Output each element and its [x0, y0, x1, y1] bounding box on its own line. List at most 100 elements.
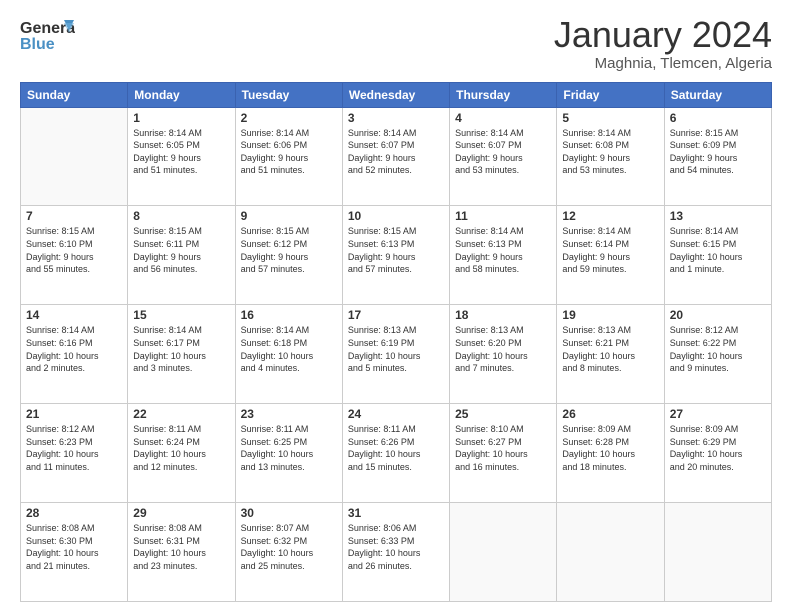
day-info: Sunrise: 8:15 AM Sunset: 6:10 PM Dayligh… — [26, 225, 122, 275]
calendar-table: SundayMondayTuesdayWednesdayThursdayFrid… — [20, 82, 772, 602]
day-number: 13 — [670, 209, 766, 223]
day-number: 25 — [455, 407, 551, 421]
calendar-cell — [450, 503, 557, 602]
calendar-cell: 18 Sunrise: 8:13 AM Sunset: 6:20 PM Dayli… — [450, 305, 557, 404]
calendar-cell: 17 Sunrise: 8:13 AM Sunset: 6:19 PM Dayli… — [342, 305, 449, 404]
day-info: Sunrise: 8:15 AM Sunset: 6:11 PM Dayligh… — [133, 225, 229, 275]
day-number: 9 — [241, 209, 337, 223]
day-number: 18 — [455, 308, 551, 322]
day-info: Sunrise: 8:12 AM Sunset: 6:23 PM Dayligh… — [26, 423, 122, 473]
location: Maghnia, Tlemcen, Algeria — [554, 55, 772, 72]
calendar-cell: 8 Sunrise: 8:15 AM Sunset: 6:11 PM Daylig… — [128, 206, 235, 305]
day-info: Sunrise: 8:08 AM Sunset: 6:30 PM Dayligh… — [26, 522, 122, 572]
day-header-tuesday: Tuesday — [235, 82, 342, 107]
calendar-cell — [664, 503, 771, 602]
day-number: 22 — [133, 407, 229, 421]
day-number: 3 — [348, 111, 444, 125]
calendar-cell: 6 Sunrise: 8:15 AM Sunset: 6:09 PM Daylig… — [664, 107, 771, 206]
month-title: January 2024 — [554, 15, 772, 55]
svg-text:Blue: Blue — [20, 36, 55, 53]
day-info: Sunrise: 8:09 AM Sunset: 6:28 PM Dayligh… — [562, 423, 658, 473]
calendar-cell: 10Sunrise: 8:15 AM Sunset: 6:13 PM Dayli… — [342, 206, 449, 305]
day-info: Sunrise: 8:14 AM Sunset: 6:14 PM Dayligh… — [562, 225, 658, 275]
day-info: Sunrise: 8:11 AM Sunset: 6:26 PM Dayligh… — [348, 423, 444, 473]
calendar-cell: 5Sunrise: 8:14 AM Sunset: 6:08 PM Daylig… — [557, 107, 664, 206]
day-info: Sunrise: 8:15 AM Sunset: 6:12 PM Dayligh… — [241, 225, 337, 275]
calendar-cell: 21Sunrise: 8:12 AM Sunset: 6:23 PM Dayli… — [21, 404, 128, 503]
calendar-cell: 14Sunrise: 8:14 AM Sunset: 6:16 PM Dayli… — [21, 305, 128, 404]
day-number: 7 — [26, 209, 122, 223]
calendar-cell: 1Sunrise: 8:14 AM Sunset: 6:05 PM Daylig… — [128, 107, 235, 206]
calendar-cell: 25 Sunrise: 8:10 AM Sunset: 6:27 PM Dayli… — [450, 404, 557, 503]
day-info: Sunrise: 8:14 AM Sunset: 6:15 PM Dayligh… — [670, 225, 766, 275]
day-number: 8 — [133, 209, 229, 223]
day-info: Sunrise: 8:14 AM Sunset: 6:05 PM Dayligh… — [133, 127, 229, 177]
day-header-wednesday: Wednesday — [342, 82, 449, 107]
day-number: 11 — [455, 209, 551, 223]
week-row-3: 21Sunrise: 8:12 AM Sunset: 6:23 PM Dayli… — [21, 404, 772, 503]
day-info: Sunrise: 8:12 AM Sunset: 6:22 PM Dayligh… — [670, 324, 766, 374]
day-info: Sunrise: 8:13 AM Sunset: 6:21 PM Dayligh… — [562, 324, 658, 374]
day-info: Sunrise: 8:09 AM Sunset: 6:29 PM Dayligh… — [670, 423, 766, 473]
calendar-cell: 16 Sunrise: 8:14 AM Sunset: 6:18 PM Dayli… — [235, 305, 342, 404]
calendar-cell: 27 Sunrise: 8:09 AM Sunset: 6:29 PM Dayli… — [664, 404, 771, 503]
calendar-cell: 9 Sunrise: 8:15 AM Sunset: 6:12 PM Daylig… — [235, 206, 342, 305]
day-info: Sunrise: 8:14 AM Sunset: 6:07 PM Dayligh… — [348, 127, 444, 177]
day-info: Sunrise: 8:07 AM Sunset: 6:32 PM Dayligh… — [241, 522, 337, 572]
calendar-cell: 30 Sunrise: 8:07 AM Sunset: 6:32 PM Dayli… — [235, 503, 342, 602]
day-info: Sunrise: 8:15 AM Sunset: 6:13 PM Dayligh… — [348, 225, 444, 275]
day-info: Sunrise: 8:08 AM Sunset: 6:31 PM Dayligh… — [133, 522, 229, 572]
logo-icon: General Blue — [20, 15, 75, 60]
day-number: 4 — [455, 111, 551, 125]
day-number: 2 — [241, 111, 337, 125]
calendar-cell: 3 Sunrise: 8:14 AM Sunset: 6:07 PM Daylig… — [342, 107, 449, 206]
calendar-cell: 7 Sunrise: 8:15 AM Sunset: 6:10 PM Daylig… — [21, 206, 128, 305]
day-info: Sunrise: 8:14 AM Sunset: 6:17 PM Dayligh… — [133, 324, 229, 374]
week-row-2: 14Sunrise: 8:14 AM Sunset: 6:16 PM Dayli… — [21, 305, 772, 404]
day-number: 29 — [133, 506, 229, 520]
header: General Blue January 2024 Maghnia, Tlemc… — [20, 15, 772, 72]
day-info: Sunrise: 8:13 AM Sunset: 6:20 PM Dayligh… — [455, 324, 551, 374]
week-row-4: 28Sunrise: 8:08 AM Sunset: 6:30 PM Dayli… — [21, 503, 772, 602]
day-header-monday: Monday — [128, 82, 235, 107]
calendar-cell: 29 Sunrise: 8:08 AM Sunset: 6:31 PM Dayli… — [128, 503, 235, 602]
calendar-cell: 26 Sunrise: 8:09 AM Sunset: 6:28 PM Dayli… — [557, 404, 664, 503]
day-info: Sunrise: 8:14 AM Sunset: 6:18 PM Dayligh… — [241, 324, 337, 374]
day-info: Sunrise: 8:14 AM Sunset: 6:07 PM Dayligh… — [455, 127, 551, 177]
day-number: 24 — [348, 407, 444, 421]
page: General Blue January 2024 Maghnia, Tlemc… — [0, 0, 792, 612]
calendar-cell: 13 Sunrise: 8:14 AM Sunset: 6:15 PM Dayli… — [664, 206, 771, 305]
day-info: Sunrise: 8:14 AM Sunset: 6:06 PM Dayligh… — [241, 127, 337, 177]
day-info: Sunrise: 8:14 AM Sunset: 6:16 PM Dayligh… — [26, 324, 122, 374]
day-number: 19 — [562, 308, 658, 322]
day-info: Sunrise: 8:11 AM Sunset: 6:24 PM Dayligh… — [133, 423, 229, 473]
calendar-cell: 24 Sunrise: 8:11 AM Sunset: 6:26 PM Dayli… — [342, 404, 449, 503]
day-header-sunday: Sunday — [21, 82, 128, 107]
calendar-cell: 12Sunrise: 8:14 AM Sunset: 6:14 PM Dayli… — [557, 206, 664, 305]
title-block: January 2024 Maghnia, Tlemcen, Algeria — [554, 15, 772, 72]
week-row-1: 7 Sunrise: 8:15 AM Sunset: 6:10 PM Daylig… — [21, 206, 772, 305]
calendar-cell: 28Sunrise: 8:08 AM Sunset: 6:30 PM Dayli… — [21, 503, 128, 602]
day-info: Sunrise: 8:13 AM Sunset: 6:19 PM Dayligh… — [348, 324, 444, 374]
day-number: 26 — [562, 407, 658, 421]
calendar-cell — [21, 107, 128, 206]
calendar-cell — [557, 503, 664, 602]
day-number: 23 — [241, 407, 337, 421]
day-info: Sunrise: 8:15 AM Sunset: 6:09 PM Dayligh… — [670, 127, 766, 177]
calendar-cell: 2 Sunrise: 8:14 AM Sunset: 6:06 PM Daylig… — [235, 107, 342, 206]
day-info: Sunrise: 8:14 AM Sunset: 6:13 PM Dayligh… — [455, 225, 551, 275]
day-number: 27 — [670, 407, 766, 421]
calendar-cell: 19 Sunrise: 8:13 AM Sunset: 6:21 PM Dayli… — [557, 305, 664, 404]
day-number: 30 — [241, 506, 337, 520]
day-number: 17 — [348, 308, 444, 322]
day-header-friday: Friday — [557, 82, 664, 107]
calendar-cell: 15 Sunrise: 8:14 AM Sunset: 6:17 PM Dayli… — [128, 305, 235, 404]
day-info: Sunrise: 8:11 AM Sunset: 6:25 PM Dayligh… — [241, 423, 337, 473]
day-number: 16 — [241, 308, 337, 322]
day-number: 15 — [133, 308, 229, 322]
week-row-0: 1Sunrise: 8:14 AM Sunset: 6:05 PM Daylig… — [21, 107, 772, 206]
calendar-cell: 11 Sunrise: 8:14 AM Sunset: 6:13 PM Dayli… — [450, 206, 557, 305]
day-info: Sunrise: 8:10 AM Sunset: 6:27 PM Dayligh… — [455, 423, 551, 473]
day-number: 6 — [670, 111, 766, 125]
day-number: 5 — [562, 111, 658, 125]
